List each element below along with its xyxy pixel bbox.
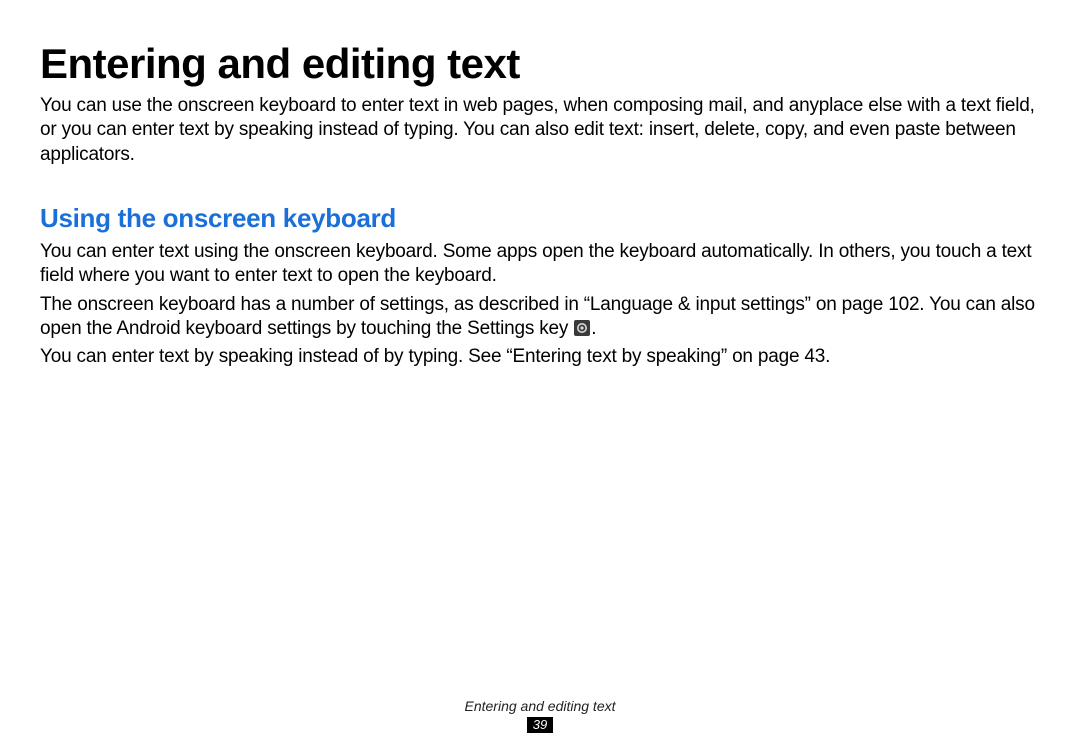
document-page: Entering and editing text You can use th… <box>0 0 1080 756</box>
section-paragraph-1: You can enter text using the onscreen ke… <box>40 240 1040 289</box>
intro-paragraph: You can use the onscreen keyboard to ent… <box>40 94 1040 167</box>
section-paragraph-2a: The onscreen keyboard has a number of se… <box>40 294 1035 339</box>
footer-chapter: Entering and editing text <box>0 698 1080 714</box>
section-paragraph-2b: . <box>591 318 596 339</box>
page-footer: Entering and editing text 39 <box>0 698 1080 734</box>
page-number: 39 <box>527 717 553 733</box>
section-heading: Using the onscreen keyboard <box>40 203 1040 234</box>
page-title: Entering and editing text <box>40 40 1040 88</box>
section-paragraph-3: You can enter text by speaking instead o… <box>40 345 1040 369</box>
settings-key-icon <box>574 319 590 335</box>
section-paragraph-2: The onscreen keyboard has a number of se… <box>40 293 1040 342</box>
